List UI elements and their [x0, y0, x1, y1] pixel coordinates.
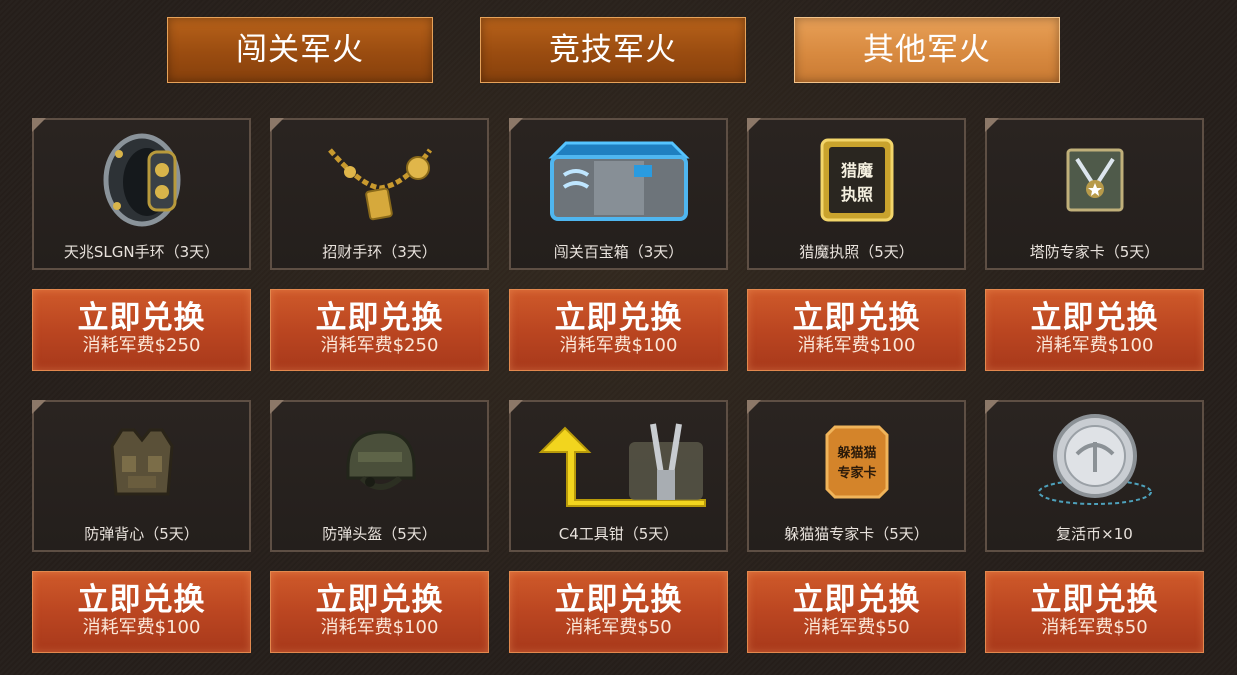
redeem-label: 立即兑换	[315, 582, 444, 618]
svg-text:躲猫猫: 躲猫猫	[837, 445, 876, 461]
redeem-button[interactable]: 立即兑换 消耗军费$50	[747, 571, 966, 653]
cost-label: 消耗军费$250	[320, 335, 439, 356]
item-card: 塔防专家卡（5天）	[985, 118, 1204, 270]
redeem-button[interactable]: 立即兑换 消耗军费$100	[509, 289, 728, 371]
redeem-button[interactable]: 立即兑换 消耗军费$50	[985, 571, 1204, 653]
redeem-label: 立即兑换	[315, 300, 444, 336]
cost-label: 消耗军费$100	[1035, 335, 1154, 356]
item-card: 防弹背心（5天）	[32, 400, 251, 552]
redeem-button[interactable]: 立即兑换 消耗军费$100	[985, 289, 1204, 371]
item-name: 招财手环（3天）	[322, 243, 437, 261]
cost-label: 消耗军费$50	[565, 617, 672, 638]
cost-label: 消耗军费$50	[1041, 617, 1148, 638]
redeem-button[interactable]: 立即兑换 消耗军费$250	[32, 289, 251, 371]
cost-label: 消耗军费$100	[797, 335, 916, 356]
gold-bracelet-icon	[272, 126, 487, 234]
item-card: 猎魔 执照 猎魔执照（5天）	[747, 118, 966, 270]
vest-icon	[34, 408, 249, 516]
item-card: 复活币×10	[985, 400, 1204, 552]
cost-label: 消耗军费$100	[82, 617, 201, 638]
cost-label: 消耗军费$250	[82, 335, 201, 356]
item-name: 复活币×10	[1056, 525, 1133, 543]
item-name: 防弹背心（5天）	[84, 525, 199, 543]
revive-coin-icon	[987, 408, 1202, 516]
redeem-button[interactable]: 立即兑换 消耗军费$100	[747, 289, 966, 371]
redeem-label: 立即兑换	[1030, 300, 1159, 336]
cost-label: 消耗军费$100	[320, 617, 439, 638]
item-name: C4工具钳（5天）	[558, 525, 679, 543]
redeem-button[interactable]: 立即兑换 消耗军费$250	[270, 289, 489, 371]
svg-text:执照: 执照	[840, 185, 872, 204]
redeem-label: 立即兑换	[77, 582, 206, 618]
hide-seek-card-icon: 躲猫猫 专家卡	[749, 408, 964, 516]
tower-defense-card-icon	[987, 126, 1202, 234]
item-grid: 天兆SLGN手环（3天） 招财手环（3天） 闯关百宝箱（3天） 猎魔 执照 猎魔…	[0, 0, 1237, 675]
item-card: 天兆SLGN手环（3天）	[32, 118, 251, 270]
svg-text:猎魔: 猎魔	[840, 161, 873, 180]
treasure-box-icon	[511, 126, 726, 234]
redeem-label: 立即兑换	[77, 300, 206, 336]
redeem-label: 立即兑换	[554, 300, 683, 336]
pliers-icon	[511, 408, 726, 516]
redeem-button[interactable]: 立即兑换 消耗军费$100	[32, 571, 251, 653]
cost-label: 消耗军费$100	[559, 335, 678, 356]
redeem-label: 立即兑换	[554, 582, 683, 618]
item-card: 闯关百宝箱（3天）	[509, 118, 728, 270]
redeem-button[interactable]: 立即兑换 消耗军费$100	[270, 571, 489, 653]
redeem-label: 立即兑换	[792, 582, 921, 618]
item-name: 闯关百宝箱（3天）	[553, 243, 684, 261]
item-card: 躲猫猫 专家卡 躲猫猫专家卡（5天）	[747, 400, 966, 552]
cost-label: 消耗军费$50	[803, 617, 910, 638]
item-name: 猎魔执照（5天）	[799, 243, 914, 261]
item-card: 防弹头盔（5天）	[270, 400, 489, 552]
item-card: C4工具钳（5天）	[509, 400, 728, 552]
item-card: 招财手环（3天）	[270, 118, 489, 270]
helmet-icon	[272, 408, 487, 516]
redeem-button[interactable]: 立即兑换 消耗军费$50	[509, 571, 728, 653]
redeem-label: 立即兑换	[1030, 582, 1159, 618]
item-name: 天兆SLGN手环（3天）	[63, 243, 220, 261]
bracelet-icon	[34, 126, 249, 234]
svg-text:专家卡: 专家卡	[837, 465, 876, 481]
item-name: 躲猫猫专家卡（5天）	[784, 525, 929, 543]
item-name: 防弹头盔（5天）	[322, 525, 437, 543]
license-card-icon: 猎魔 执照	[749, 126, 964, 234]
item-name: 塔防专家卡（5天）	[1029, 243, 1160, 261]
redeem-label: 立即兑换	[792, 300, 921, 336]
